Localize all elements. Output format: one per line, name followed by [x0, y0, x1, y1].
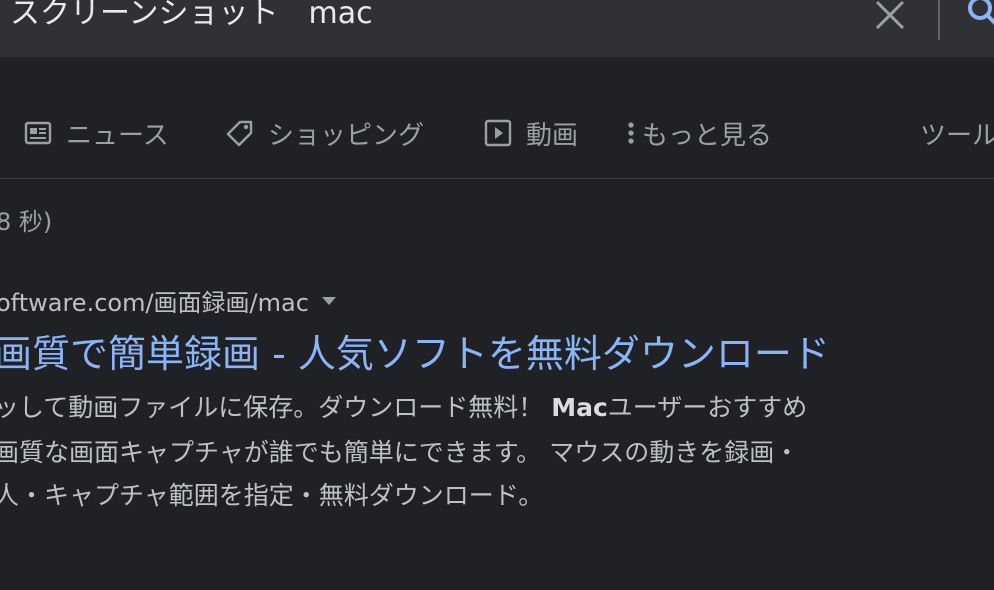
more-vert-icon: [628, 122, 634, 144]
result-snippet-line: 人・キャプチャ範囲を指定・無料ダウンロード。: [0, 481, 544, 510]
tab-videos[interactable]: 動画: [484, 108, 578, 158]
snippet-text: ッして動画ファイルに保存。ダウンロード無料！: [0, 393, 552, 422]
close-icon[interactable]: [873, 0, 907, 30]
tab-tools[interactable]: ツール: [920, 108, 994, 158]
search-icon[interactable]: [966, 0, 994, 30]
tab-label: ツール: [920, 120, 994, 151]
tab-label: ショッピング: [268, 120, 425, 151]
result-url-text: oftware.com/画面録画/mac: [0, 289, 309, 317]
snippet-keyword: Mac: [551, 393, 608, 422]
result-snippet-line: 画質な画面キャプチャが誰でも簡単にできます。 マウスの動きを録画・: [0, 438, 800, 467]
play-icon: [484, 119, 512, 147]
result-stats: 8 秒): [0, 208, 53, 236]
search-input[interactable]: スクリーンショット mac: [10, 0, 373, 34]
result-url[interactable]: oftware.com/画面録画/mac: [0, 283, 337, 318]
news-icon: [24, 121, 52, 145]
tab-label: 動画: [526, 120, 579, 151]
search-tabs: ニュース ショッピング 動画 もっと見る ツール: [0, 108, 994, 158]
tab-label: もっと見る: [642, 120, 773, 151]
result-title-link[interactable]: 画質で簡単録画 - 人気ソフトを無料ダウンロード: [0, 328, 830, 380]
tab-shopping[interactable]: ショッピング: [226, 108, 424, 158]
chevron-down-icon[interactable]: [321, 296, 337, 306]
search-bar-divider: [938, 0, 940, 40]
snippet-text: ユーザーおすすめ: [607, 393, 808, 422]
tab-label: ニュース: [66, 120, 169, 151]
tab-news[interactable]: ニュース: [24, 108, 169, 158]
tag-icon: [226, 120, 253, 147]
tab-more[interactable]: もっと見る: [626, 108, 772, 158]
search-bar[interactable]: スクリーンショット mac: [0, 0, 994, 57]
tabs-divider: [0, 178, 994, 179]
result-snippet-line: ッして動画ファイルに保存。ダウンロード無料！ Macユーザーおすすめ: [0, 386, 807, 430]
search-results-page: スクリーンショット mac ニュース ショッピング 動画 もっと見る ツール 8…: [0, 0, 994, 590]
